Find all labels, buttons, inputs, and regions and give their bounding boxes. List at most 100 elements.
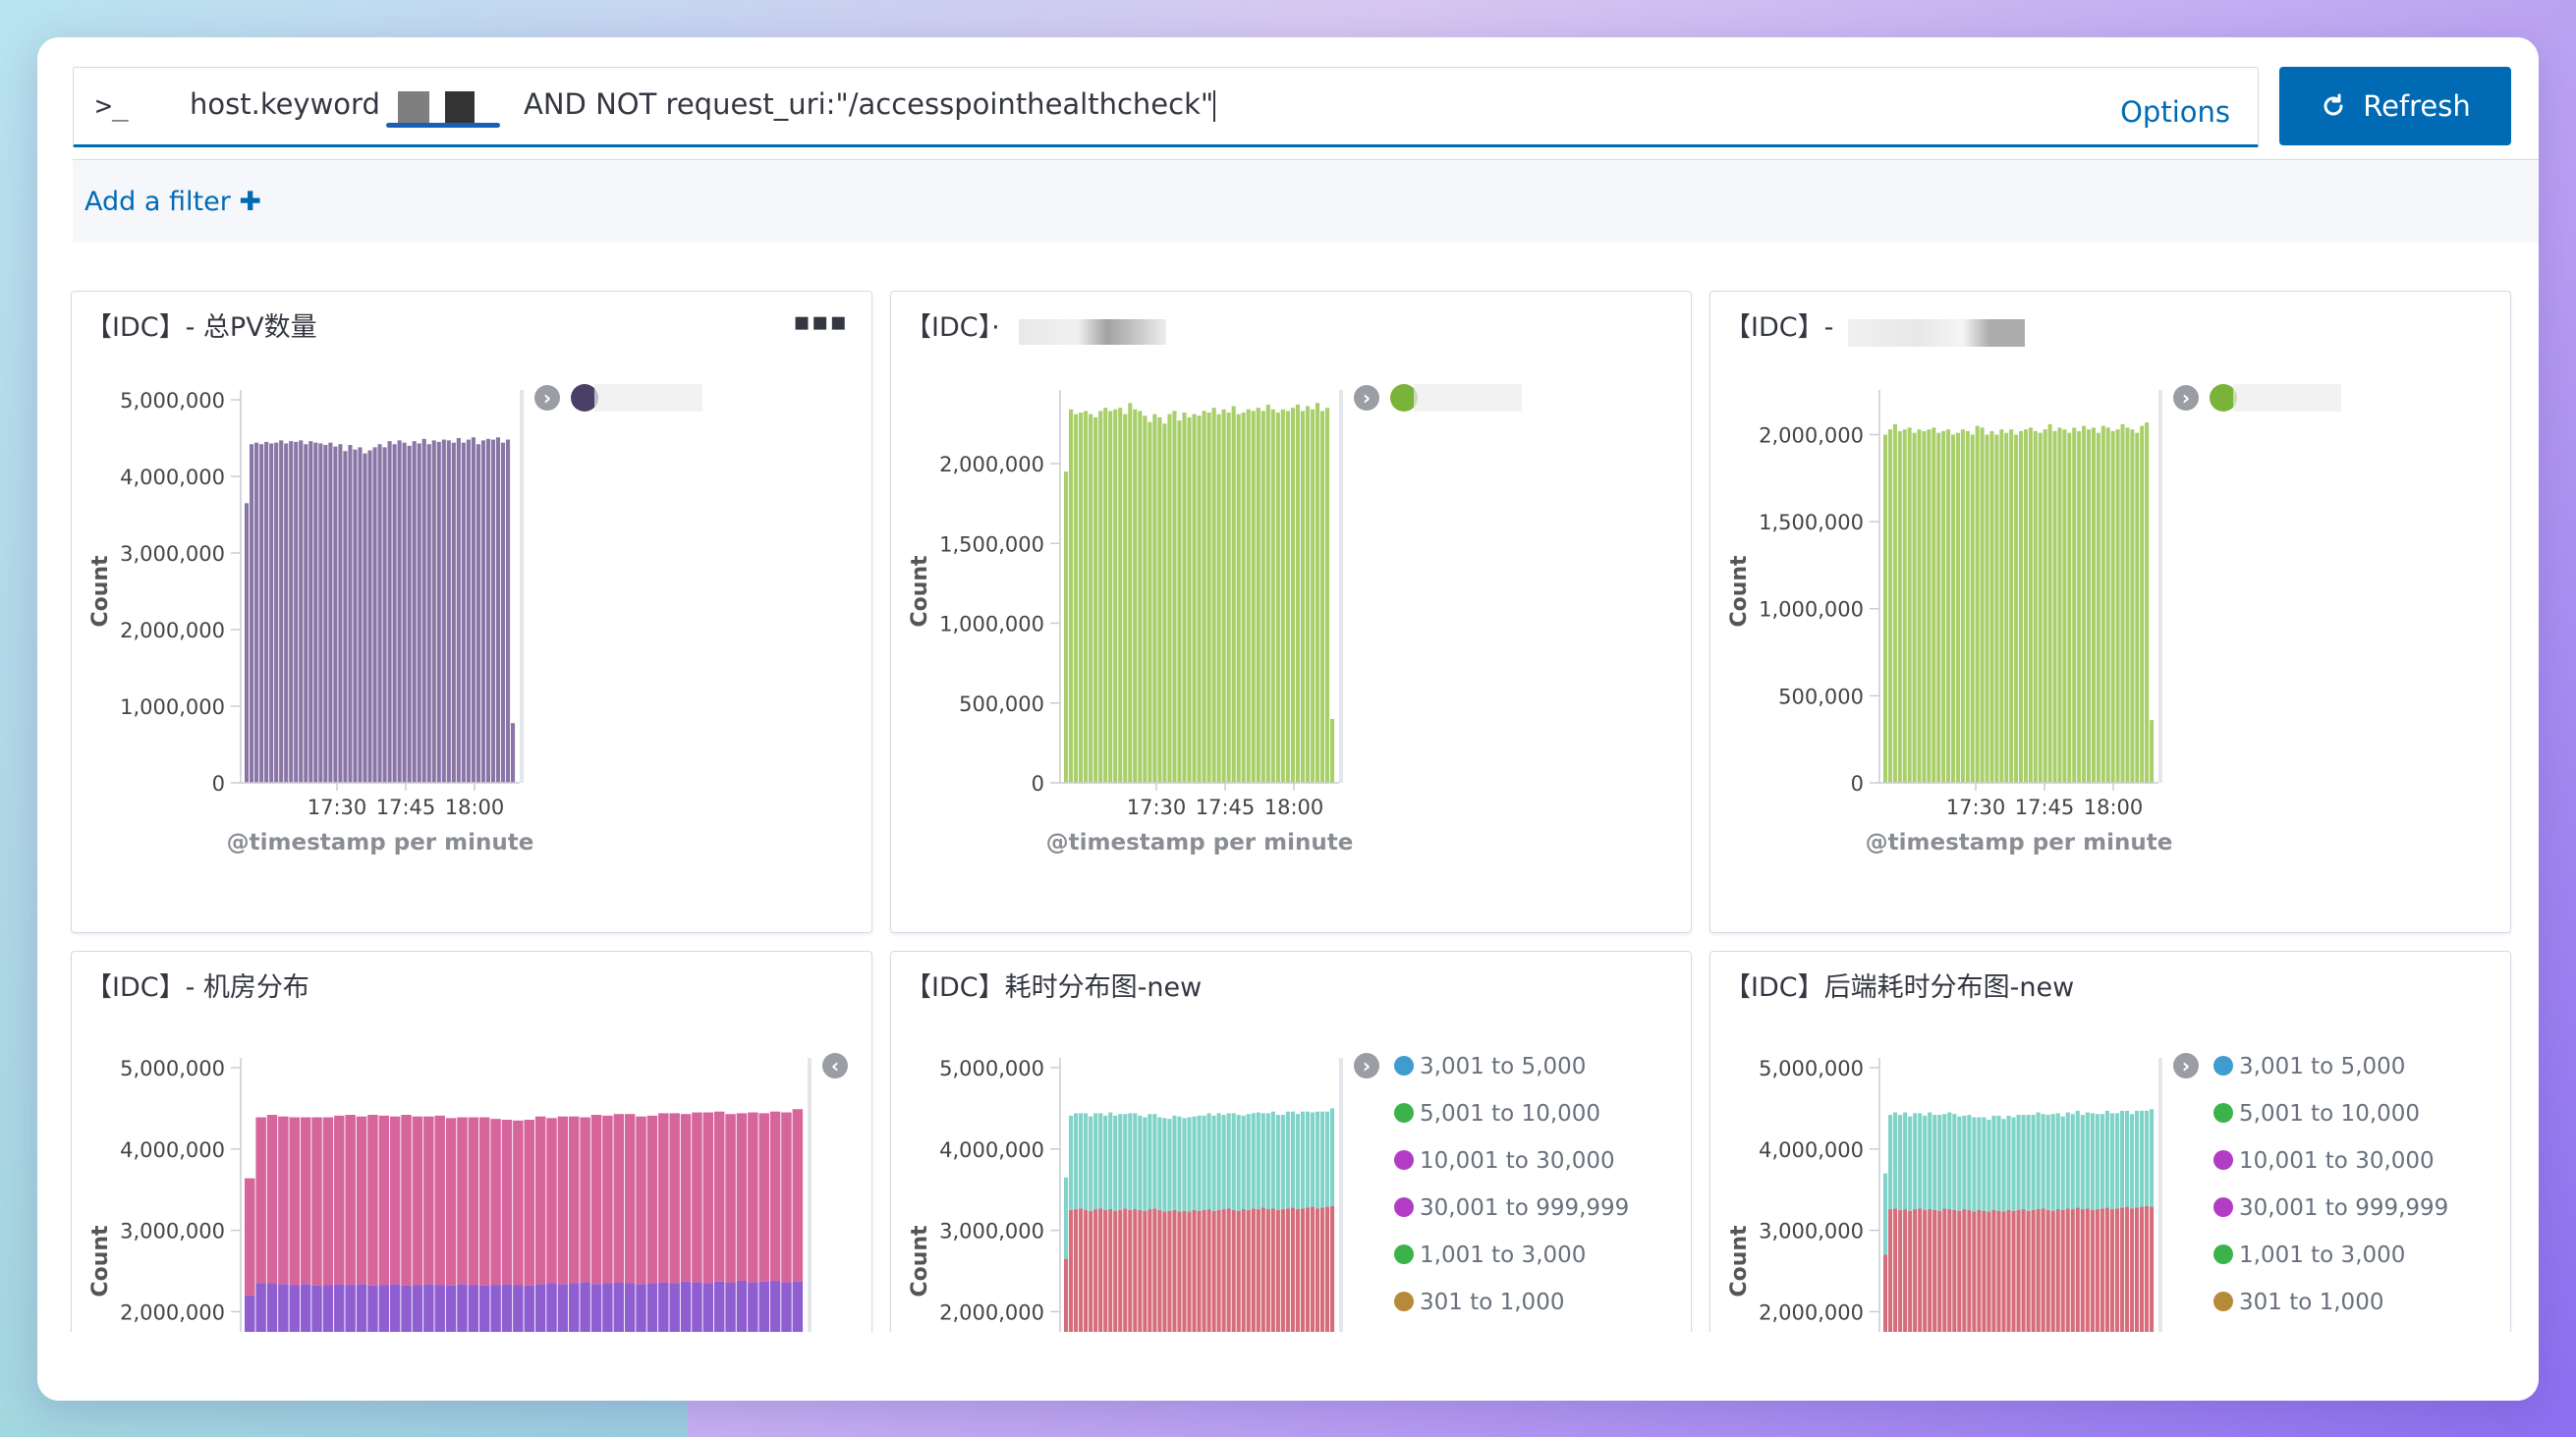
bar: [1138, 1115, 1143, 1210]
y-tick-label: 2,000,000: [1759, 1300, 1864, 1324]
bar: [1903, 1112, 1908, 1210]
bar: [680, 1114, 692, 1282]
panel-idc-2: 【IDC】· 0 500,000 1,000,000 1,500,000 2,000,0…: [890, 291, 1692, 933]
bar: [1952, 1114, 1957, 1210]
panel-title: 【IDC】后端耗时分布图-new: [1724, 972, 2075, 1003]
bar: [1064, 1177, 1069, 1259]
bar: [1157, 416, 1162, 784]
bar: [1074, 1113, 1079, 1210]
bar: [505, 439, 511, 783]
bar: [1951, 434, 1956, 783]
redacted-title: [1848, 319, 2025, 347]
bar: [1987, 1119, 1991, 1212]
bar: [1922, 430, 1927, 783]
bar: [2090, 1113, 2095, 1210]
refresh-button[interactable]: Refresh: [2279, 67, 2511, 145]
panel-title: 【IDC】-: [1724, 312, 1834, 343]
bar: [2021, 1115, 2026, 1210]
legend-item-label: 1,001 to 3,000: [1420, 1243, 1586, 1268]
bar: [2145, 422, 2150, 783]
bar: [264, 441, 269, 783]
bar: [2075, 1110, 2080, 1208]
bar: [1098, 1113, 1103, 1209]
bar: [2144, 1110, 2150, 1206]
bar: [1897, 430, 1902, 783]
query-bar[interactable]: >_ host.keyword AND NOT request_uri:"/ac…: [73, 67, 2259, 147]
bar: [299, 440, 304, 783]
query-input[interactable]: host.keyword AND NOT request_uri:"/acces…: [190, 87, 1216, 128]
bar: [2139, 1110, 2145, 1207]
bar: [1970, 434, 1975, 783]
bar: [468, 1117, 479, 1286]
y-tick-label: 500,000: [959, 692, 1044, 716]
bar: [1927, 429, 1932, 783]
bar: [1260, 411, 1265, 784]
bar: [322, 1117, 334, 1286]
bar: [1251, 411, 1256, 784]
panel-title: 【IDC】·: [905, 312, 1000, 343]
bar: [1883, 434, 1888, 783]
y-axis-title: Count: [88, 1225, 113, 1298]
options-link[interactable]: Options: [2120, 95, 2230, 129]
bar: [1315, 1111, 1320, 1209]
refresh-icon: [2324, 93, 2343, 116]
bar: [1955, 432, 1960, 783]
bar: [2095, 1114, 2100, 1210]
bottom-fade: [37, 1332, 2539, 1401]
bar: [580, 1117, 590, 1283]
bar: [569, 1116, 580, 1284]
bar: [1937, 1115, 1942, 1211]
bar: [2019, 430, 2024, 783]
y-tick-label: 2,000,000: [120, 1300, 225, 1324]
bar: [401, 1115, 412, 1286]
bar: [495, 437, 501, 783]
legend-swatch: [2210, 384, 2237, 412]
bar: [1118, 408, 1123, 784]
add-filter-link[interactable]: Add a filter ✚: [84, 187, 261, 217]
y-tick-label: 1,500,000: [939, 532, 1044, 556]
bar: [308, 441, 313, 783]
query-prompt-icon: >_: [95, 89, 129, 122]
bar: [334, 1115, 345, 1285]
bar: [1887, 429, 1892, 783]
chevron-icon: ›: [1363, 1054, 1371, 1078]
bar: [2085, 1112, 2090, 1209]
panel-options-icon[interactable]: ▪▪▪: [793, 307, 848, 337]
bar: [1133, 409, 1138, 783]
bar: [546, 1118, 557, 1284]
bar: [1989, 430, 1994, 783]
bar: [1182, 413, 1187, 783]
bar: [1918, 1113, 1923, 1209]
bar: [445, 1118, 457, 1286]
y-tick-label: 3,000,000: [120, 1220, 225, 1244]
bar: [2125, 427, 2130, 783]
bar: [1300, 1111, 1305, 1209]
bar: [1982, 1117, 1987, 1211]
bar: [1143, 415, 1148, 783]
x-axis-title: @timestamp per minute: [227, 830, 534, 856]
y-axis-title: Count: [1727, 1225, 1752, 1298]
bar: [358, 447, 363, 783]
y-tick-label: 2,000,000: [939, 1300, 1044, 1324]
y-tick-label: 1,000,000: [939, 613, 1044, 636]
text-caret: [1213, 90, 1216, 122]
bar: [1980, 427, 1985, 783]
bar: [758, 1113, 769, 1282]
bar: [2050, 1114, 2055, 1211]
bar: [289, 441, 294, 783]
bar: [1275, 413, 1280, 783]
bar: [1246, 409, 1251, 783]
bar: [451, 442, 456, 783]
bar: [328, 442, 333, 783]
bar: [304, 444, 308, 783]
bar: [1324, 1111, 1330, 1207]
bar: [1093, 1113, 1098, 1210]
bar: [2060, 1116, 2065, 1210]
bar: [1103, 1115, 1108, 1210]
bar: [300, 1117, 311, 1285]
bar: [2130, 429, 2135, 783]
bar: [1256, 1112, 1260, 1210]
bar: [590, 1115, 602, 1285]
bar: [2031, 1115, 2036, 1210]
bar: [1192, 1116, 1197, 1210]
